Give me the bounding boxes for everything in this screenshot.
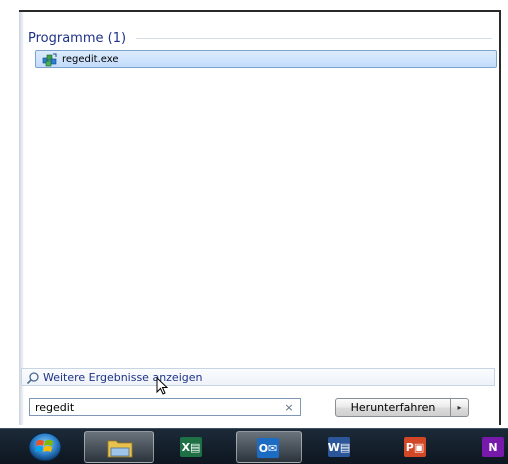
taskbar-excel-button[interactable]: X▤ xyxy=(166,431,226,463)
regedit-icon xyxy=(42,52,58,67)
result-item-regedit[interactable]: regedit.exe xyxy=(35,50,497,68)
powerpoint-icon: P▣ xyxy=(404,437,426,457)
shutdown-button[interactable]: Herunterfahren xyxy=(335,398,451,417)
taskbar-word-button[interactable]: W▤ xyxy=(310,431,370,463)
folder-icon xyxy=(107,437,133,463)
taskbar: X▤ O✉ W▤ P▣ N xyxy=(0,428,508,464)
clear-search-icon[interactable]: × xyxy=(282,401,296,414)
magnifier-icon xyxy=(26,370,40,385)
taskbar-outlook-button[interactable]: O✉ xyxy=(236,431,302,463)
mouse-cursor-icon xyxy=(156,376,170,397)
taskbar-onenote-button[interactable]: N xyxy=(478,431,508,463)
outlook-icon: O✉ xyxy=(257,438,279,458)
excel-icon: X▤ xyxy=(180,437,202,457)
results-group-header: Programme (1) xyxy=(28,29,492,47)
shutdown-group: Herunterfahren ▸ xyxy=(335,398,469,417)
taskbar-powerpoint-button[interactable]: P▣ xyxy=(390,431,450,463)
search-box[interactable]: × xyxy=(29,398,301,416)
more-results-label: Weitere Ergebnisse anzeigen xyxy=(43,370,203,384)
search-results-panel: Programme (1) regedit.exe xyxy=(25,18,497,368)
screen: Programme (1) regedit.exe Weitere Ergebn… xyxy=(0,0,508,464)
result-item-label: regedit.exe xyxy=(62,53,119,65)
word-icon: W▤ xyxy=(328,437,350,457)
results-group-title: Programme (1) xyxy=(28,30,127,46)
search-input[interactable] xyxy=(30,399,282,415)
onenote-icon: N xyxy=(482,437,504,457)
taskbar-explorer-button[interactable] xyxy=(84,431,154,463)
windows-orb-icon[interactable] xyxy=(24,431,66,462)
group-divider xyxy=(136,37,492,39)
shutdown-options-arrow-icon[interactable]: ▸ xyxy=(451,398,469,417)
more-results-link[interactable]: Weitere Ergebnisse anzeigen xyxy=(21,368,495,386)
start-menu: Programme (1) regedit.exe Weitere Ergebn… xyxy=(19,10,501,425)
